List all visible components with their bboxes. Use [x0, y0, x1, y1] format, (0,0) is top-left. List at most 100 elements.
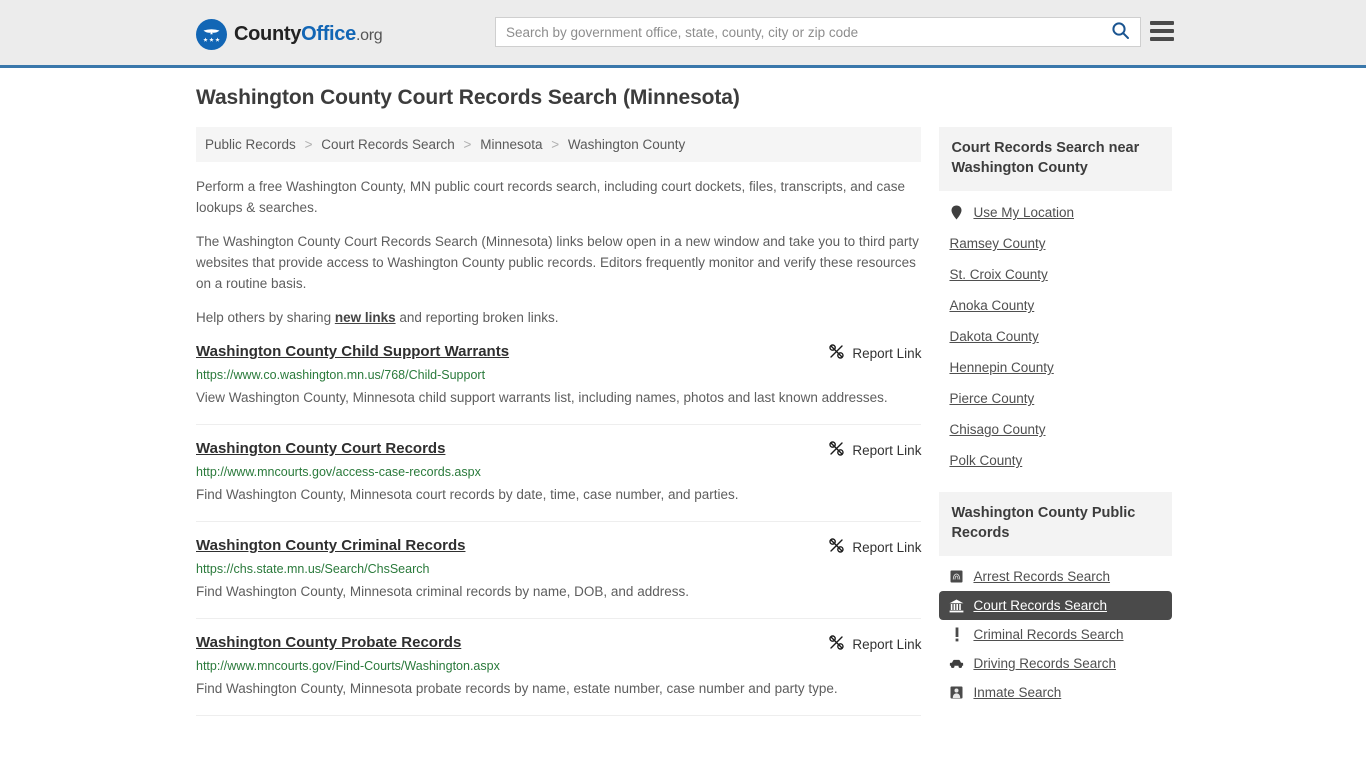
sidebar-item-pierce-county[interactable]: Pierce County [939, 383, 1172, 414]
sidebar-item-criminal-records-search[interactable]: Criminal Records Search [939, 620, 1172, 649]
intro-text: Perform a free Washington County, MN pub… [196, 176, 921, 328]
sidebar-item-polk-county[interactable]: Polk County [939, 445, 1172, 476]
result-title-link[interactable]: Washington County Probate Records [196, 633, 461, 653]
breadcrumb-separator: > [551, 137, 560, 152]
logo-text-org: .org [355, 27, 383, 44]
search-button[interactable] [1100, 18, 1140, 46]
sidebar-item-dakota-county[interactable]: Dakota County [939, 321, 1172, 352]
sidebar-item-label: St. Croix County [949, 267, 1048, 282]
report-link-label: Report Link [852, 345, 922, 361]
site-logo[interactable]: CountyOffice.org [196, 19, 383, 50]
sidebar-item-anoka-county[interactable]: Anoka County [939, 290, 1172, 321]
fingerprint-icon [949, 570, 964, 583]
result-header: Washington County Court Records Report L… [196, 439, 921, 460]
broken-link-icon [828, 634, 845, 654]
logo-text-county: County [234, 23, 302, 45]
main-column: Public Records > Court Records Search > … [196, 127, 922, 730]
public-records-panel: Washington County Public Records Arrest [939, 492, 1172, 707]
sidebar-item-inmate-search[interactable]: Inmate Search [939, 678, 1172, 707]
logo-eagle-icon [196, 19, 227, 50]
result-description: View Washington County, Minnesota child … [196, 390, 888, 405]
result-title-link[interactable]: Washington County Court Records [196, 439, 445, 459]
result-item: Washington County Criminal Records Repor… [196, 536, 922, 619]
nearby-counties-panel: Court Records Search near Washington Cou… [939, 127, 1172, 476]
breadcrumb-item-public-records[interactable]: Public Records [205, 137, 296, 152]
exclamation-icon [949, 627, 964, 642]
broken-link-icon [828, 343, 845, 363]
intro-paragraph-3: Help others by sharing new links and rep… [196, 307, 921, 328]
hamburger-bar [1150, 37, 1174, 41]
result-description: Find Washington County, Minnesota crimin… [196, 584, 689, 599]
result-title-link[interactable]: Washington County Child Support Warrants [196, 342, 509, 362]
report-link-label: Report Link [852, 636, 922, 652]
result-url: http://www.mncourts.gov/Find-Courts/Wash… [196, 659, 500, 673]
report-link-button[interactable]: Report Link [828, 536, 921, 557]
public-records-heading: Washington County Public Records [939, 492, 1172, 556]
sidebar-item-arrest-records-search[interactable]: Arrest Records Search [939, 562, 1172, 591]
sidebar: Court Records Search near Washington Cou… [939, 127, 1172, 723]
sidebar-item-label: Dakota County [949, 329, 1039, 344]
sidebar-item-driving-records-search[interactable]: Driving Records Search [939, 649, 1172, 678]
courthouse-icon [949, 599, 964, 613]
nearby-counties-list: Use My Location Ramsey County St. Croix … [939, 191, 1172, 476]
result-title-link[interactable]: Washington County Criminal Records [196, 536, 465, 556]
report-link-button[interactable]: Report Link [828, 633, 921, 654]
new-links-link[interactable]: new links [335, 310, 396, 325]
breadcrumb-item-minnesota[interactable]: Minnesota [480, 137, 542, 152]
result-header: Washington County Child Support Warrants [196, 342, 921, 363]
car-icon [949, 658, 964, 670]
search-input[interactable] [496, 18, 1100, 46]
sidebar-item-label: Inmate Search [973, 685, 1062, 700]
results-list: Washington County Child Support Warrants [196, 342, 922, 716]
public-records-list: Arrest Records Search Court Records Sear… [939, 556, 1172, 707]
hamburger-bar [1150, 29, 1174, 33]
breadcrumb-item-court-records-search[interactable]: Court Records Search [321, 137, 455, 152]
breadcrumb-separator: > [463, 137, 472, 152]
page-title: Washington County Court Records Search (… [196, 86, 740, 109]
sidebar-item-st-croix-county[interactable]: St. Croix County [939, 259, 1172, 290]
sidebar-item-hennepin-county[interactable]: Hennepin County [939, 352, 1172, 383]
logo-text-office: Office [301, 23, 356, 45]
content-container: Washington County Court Records Search (… [196, 86, 1172, 730]
sidebar-item-label: Chisago County [949, 422, 1046, 437]
sidebar-item-label: Hennepin County [949, 360, 1054, 375]
sidebar-item-label: Criminal Records Search [973, 627, 1124, 642]
sidebar-item-ramsey-county[interactable]: Ramsey County [939, 228, 1172, 259]
breadcrumb-item-washington-county[interactable]: Washington County [568, 137, 685, 152]
intro-p3-after: and reporting broken links. [395, 310, 559, 325]
search-icon [1111, 21, 1130, 43]
report-link-button[interactable]: Report Link [828, 439, 921, 460]
result-item: Washington County Child Support Warrants [196, 342, 922, 425]
sidebar-item-label: Use My Location [973, 205, 1074, 220]
sidebar-item-use-my-location[interactable]: Use My Location [939, 197, 1172, 228]
sidebar-item-court-records-search[interactable]: Court Records Search [939, 591, 1172, 620]
broken-link-icon [828, 440, 845, 460]
result-url: https://chs.state.mn.us/Search/ChsSearch [196, 562, 430, 576]
sidebar-item-chisago-county[interactable]: Chisago County [939, 414, 1172, 445]
result-description: Find Washington County, Minnesota probat… [196, 681, 838, 696]
breadcrumb: Public Records > Court Records Search > … [196, 127, 922, 162]
report-link-label: Report Link [852, 442, 922, 458]
report-link-button[interactable]: Report Link [828, 342, 921, 363]
sidebar-item-label: Polk County [949, 453, 1023, 468]
result-item: Washington County Court Records Report L… [196, 439, 922, 522]
result-description: Find Washington County, Minnesota court … [196, 487, 739, 502]
search-bar[interactable] [495, 17, 1141, 47]
sidebar-item-label: Arrest Records Search [973, 569, 1111, 584]
sidebar-item-label: Anoka County [949, 298, 1035, 313]
intro-paragraph-2: The Washington County Court Records Sear… [196, 234, 919, 291]
broken-link-icon [828, 537, 845, 557]
result-url: https://www.co.washington.mn.us/768/Chil… [196, 368, 486, 382]
sidebar-item-label: Pierce County [949, 391, 1035, 406]
result-item: Washington County Probate Records Report… [196, 633, 922, 716]
result-url: http://www.mncourts.gov/access-case-reco… [196, 465, 481, 479]
intro-p3-before: Help others by sharing [196, 310, 335, 325]
hamburger-bar [1150, 21, 1174, 25]
inmate-icon [949, 686, 964, 699]
sidebar-item-label: Court Records Search [973, 598, 1108, 613]
report-link-label: Report Link [852, 539, 922, 555]
intro-paragraph-1: Perform a free Washington County, MN pub… [196, 179, 906, 215]
hamburger-menu-icon[interactable] [1150, 21, 1174, 41]
two-column-layout: Public Records > Court Records Search > … [196, 127, 1172, 730]
site-header: CountyOffice.org [0, 0, 1366, 68]
